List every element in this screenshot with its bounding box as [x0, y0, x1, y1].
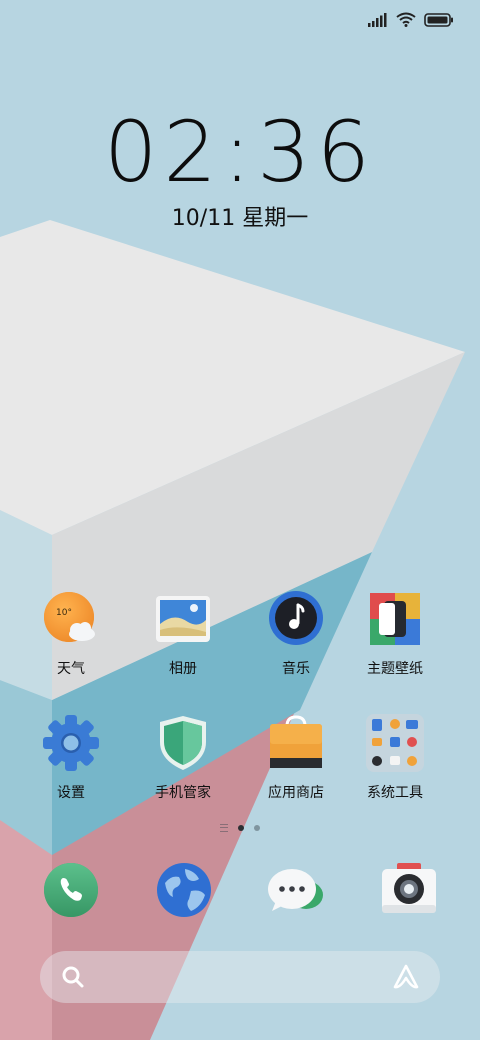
battery-icon	[424, 12, 454, 31]
app-label: 设置	[57, 785, 85, 801]
assistant-icon[interactable]	[392, 963, 420, 995]
clock-date[interactable]: 10/11 星期一	[0, 200, 480, 232]
folder-icon	[366, 714, 424, 772]
app-label: 主题壁纸	[367, 661, 423, 677]
phone-icon	[44, 863, 98, 917]
svg-text:10°: 10°	[56, 608, 72, 618]
search-bar[interactable]	[40, 951, 440, 1003]
wifi-icon	[396, 12, 416, 31]
theme-palette-icon	[366, 590, 424, 648]
app-label: 手机管家	[155, 785, 211, 801]
camera-icon	[382, 863, 436, 913]
app-folder-system-tools[interactable]: 系统工具	[340, 714, 450, 802]
gallery-icon	[154, 590, 212, 648]
app-label: 相册	[169, 661, 197, 677]
page-indicator[interactable]	[0, 824, 480, 832]
app-security[interactable]: 手机管家	[128, 714, 238, 802]
app-label: 应用商店	[268, 785, 324, 801]
clock-time[interactable]: 02:36	[0, 103, 480, 201]
shield-icon	[154, 714, 212, 772]
app-label: 音乐	[282, 661, 310, 677]
dock-phone[interactable]	[42, 861, 102, 921]
app-label: 系统工具	[367, 785, 423, 801]
weather-icon: 10°	[42, 590, 100, 648]
page-list-icon[interactable]	[220, 824, 228, 832]
dock-camera[interactable]	[380, 861, 440, 921]
search-icon[interactable]	[61, 965, 85, 993]
gear-icon	[42, 714, 100, 772]
signal-bars-icon	[368, 12, 388, 31]
page-dot-active[interactable]	[238, 825, 244, 831]
music-note-icon	[267, 590, 325, 648]
app-store[interactable]: 应用商店	[241, 714, 351, 802]
app-label: 天气	[57, 661, 85, 677]
dock-messages[interactable]	[266, 861, 326, 921]
app-gallery[interactable]: 相册	[128, 590, 238, 678]
status-bar	[0, 0, 480, 40]
app-weather[interactable]: 10° 天气	[16, 590, 126, 678]
page-dot[interactable]	[254, 825, 260, 831]
app-settings[interactable]: 设置	[16, 714, 126, 802]
app-music[interactable]: 音乐	[241, 590, 351, 678]
shopping-bag-icon	[267, 714, 325, 772]
chat-bubble-icon	[268, 869, 323, 911]
dock-browser[interactable]	[155, 861, 215, 921]
globe-icon	[157, 863, 211, 917]
app-themes[interactable]: 主题壁纸	[340, 590, 450, 678]
